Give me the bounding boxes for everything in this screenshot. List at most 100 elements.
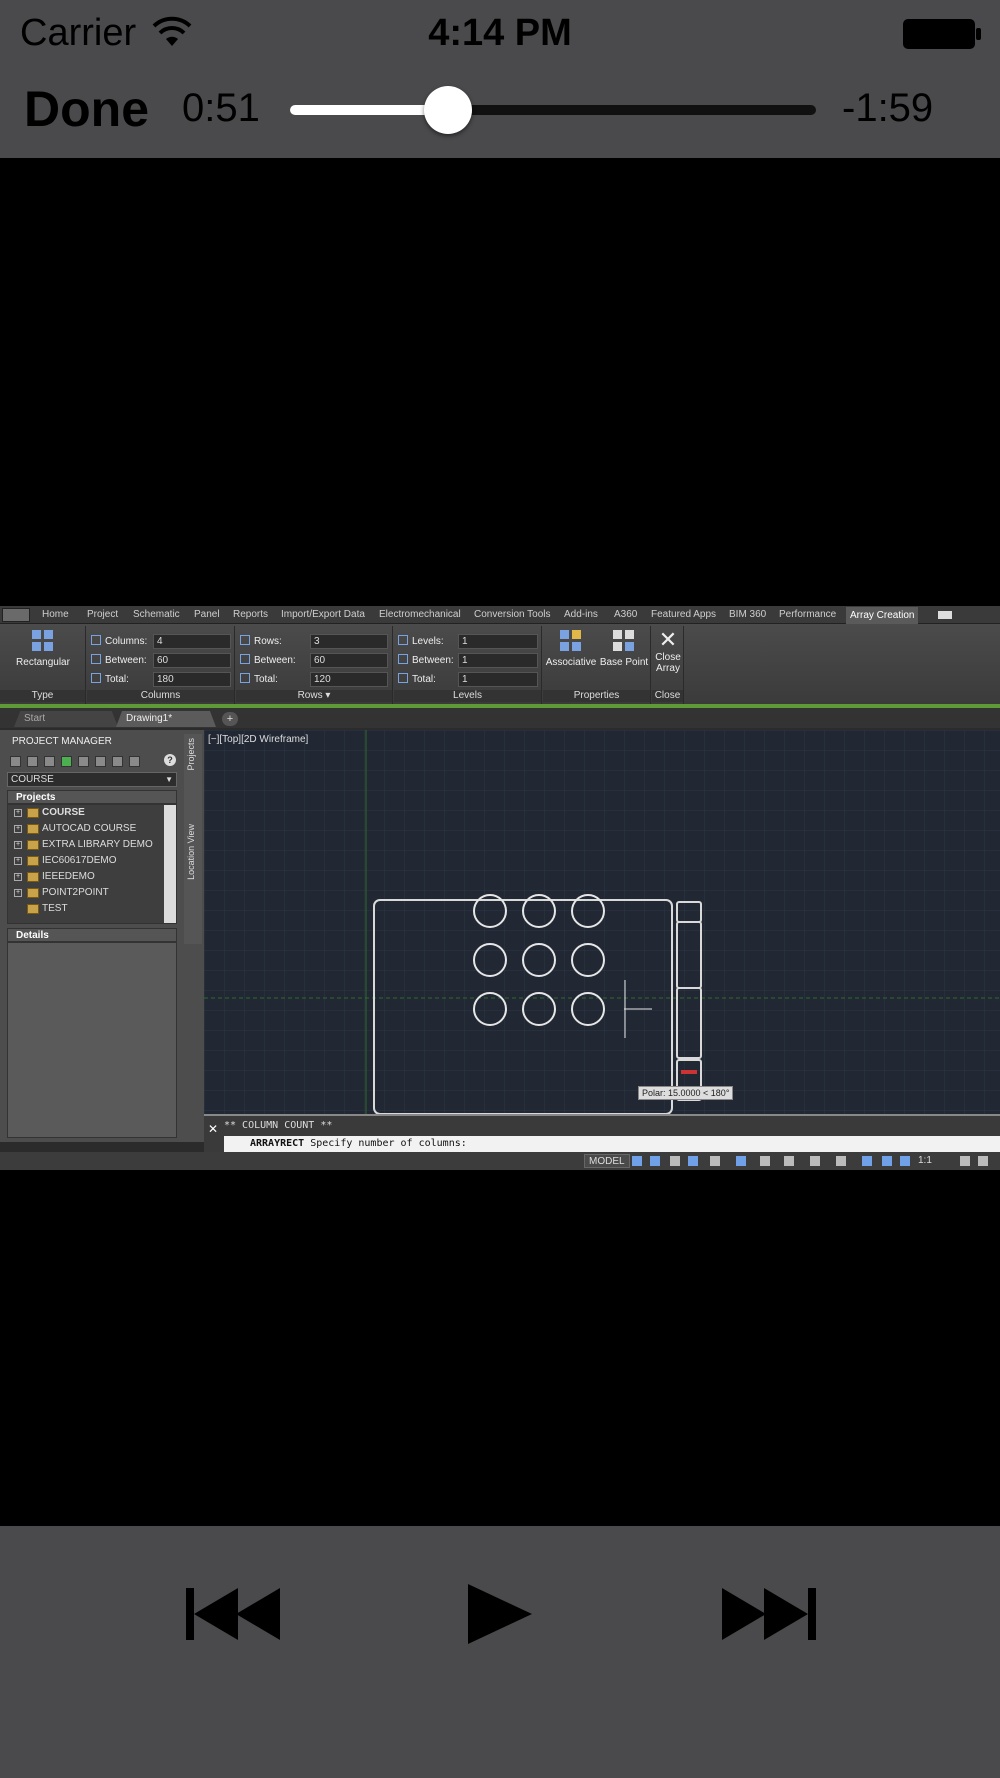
levels-label: Levels: [412,636,444,647]
tab-array-creation[interactable]: Array Creation [846,607,919,624]
tab-home[interactable]: Home [42,609,69,620]
player-bottom-bar [0,1526,1000,1778]
palette-side-tabs: Projects Location View [184,734,202,944]
tab-electromechanical[interactable]: Electromechanical [379,609,461,620]
row-total-field[interactable]: 120 [310,672,388,687]
document-tabs: Start Drawing1* + [0,708,1000,728]
project-item[interactable]: + COURSE [8,805,176,821]
ribbon-toggle-icon[interactable] [938,611,952,619]
video-frame[interactable]: Home Project Schematic Panel Reports Imp… [0,606,1000,1170]
done-button[interactable]: Done [24,80,149,138]
project-manager-palette: PROJECT MANAGER ? COURSE ▼ Projects + COUR… [0,730,204,1142]
ios-status-bar: Carrier 4:14 PM [0,0,1000,66]
close-icon[interactable]: ✕ [208,1122,218,1136]
project-item[interactable]: + EXTRA LIBRARY DEMO [8,837,176,853]
base-point-button[interactable]: Base Point [599,628,649,668]
folder-icon [27,840,39,850]
level-between-field[interactable]: 1 [458,653,538,668]
projects-tree: + COURSE + AUTOCAD COURSE + EXTRA LIBRARY D… [7,804,177,924]
side-tab-location-view[interactable]: Location View [186,824,200,880]
project-item[interactable]: + POINT2POINT [8,885,176,901]
expand-icon[interactable]: + [14,825,22,833]
link-icon[interactable] [129,756,140,767]
tab-project[interactable]: Project [87,609,118,620]
new-project-icon[interactable] [27,756,38,767]
level-total-field[interactable]: 1 [458,672,538,687]
fast-forward-icon[interactable] [712,1584,816,1644]
rewind-icon[interactable] [186,1584,290,1644]
level-total-icon [398,673,408,683]
projects-scrollbar[interactable] [164,805,176,923]
publish-icon[interactable] [95,756,106,767]
panel-label: Type [0,690,85,702]
new-drawing-icon[interactable] [44,756,55,767]
column-total-field[interactable]: 180 [153,672,231,687]
project-item[interactable]: TEST [8,901,176,917]
plot-icon[interactable] [112,756,123,767]
close-array-button[interactable]: ✕ Close Array [652,627,684,675]
model-button[interactable]: MODEL [584,1154,630,1168]
total-label: Total: [105,674,129,685]
elapsed-time: 0:51 [182,86,260,130]
levels-field[interactable]: 1 [458,634,538,649]
tab-schematic[interactable]: Schematic [133,609,180,620]
tab-reports[interactable]: Reports [233,609,268,620]
details-header[interactable]: Details [7,928,177,942]
tab-a360[interactable]: A360 [614,609,637,620]
column-between-field[interactable]: 60 [153,653,231,668]
folder-icon [27,872,39,882]
folder-icon [27,824,39,834]
rows-field[interactable]: 3 [310,634,388,649]
viewport-controls[interactable]: [−][Top][2D Wireframe] [208,734,308,745]
tab-add-ins[interactable]: Add-ins [564,609,598,620]
panel-label[interactable]: Rows ▾ [236,690,392,702]
panel-label: Columns [87,690,234,702]
row-spacing-icon [240,654,250,664]
help-icon[interactable]: ? [164,754,176,766]
rectangular-array-icon [32,630,53,651]
folder-icon [27,856,39,866]
scrubber-thumb[interactable] [423,86,472,134]
app-menu-button[interactable] [2,608,30,622]
tab-performance[interactable]: Performance [779,609,836,620]
drawing-canvas[interactable]: [−][Top][2D Wireframe] Polar: 15.0000 < … [204,730,1000,1114]
expand-icon[interactable]: + [14,889,22,897]
expand-icon[interactable]: + [14,857,22,865]
rectangular-button[interactable]: Rectangular [8,628,78,668]
command-input[interactable]: ARRAYRECT Specify number of columns: [224,1136,1000,1152]
scrubber-track[interactable] [290,86,816,134]
side-tab-projects[interactable]: Projects [186,738,200,771]
tab-featured-apps[interactable]: Featured Apps [651,609,716,620]
tab-conversion-tools[interactable]: Conversion Tools [474,609,551,620]
tab-import-export[interactable]: Import/Export Data [281,609,365,620]
refresh-icon[interactable] [61,756,72,767]
status-toggles-icon[interactable] [630,1155,990,1167]
project-item[interactable]: + IEC60617DEMO [8,853,176,869]
update-icon[interactable] [78,756,89,767]
associative-button[interactable]: Associative [545,628,597,668]
play-icon[interactable] [466,1584,534,1644]
total-label: Total: [254,674,278,685]
open-project-icon[interactable] [10,756,21,767]
autocad-status-bar: MODEL 1:1 [0,1152,1000,1170]
panel-columns: Columns: 4 Between: 60 Total: 180 Column… [87,626,235,704]
project-select[interactable]: COURSE ▼ [7,772,177,787]
project-item[interactable]: + AUTOCAD COURSE [8,821,176,837]
tab-start[interactable]: Start [14,711,118,727]
annotation-scale[interactable]: 1:1 [918,1155,932,1166]
new-tab-plus-icon[interactable]: + [222,712,238,726]
columns-field[interactable]: 4 [153,634,231,649]
expand-icon[interactable]: + [14,841,22,849]
associative-label: Associative [545,657,597,668]
project-item[interactable]: + IEEEDEMO [8,869,176,885]
rectangular-label: Rectangular [16,657,70,668]
tab-panel[interactable]: Panel [194,609,220,620]
expand-icon[interactable]: + [14,873,22,881]
tab-bim-360[interactable]: BIM 360 [729,609,766,620]
close-icon: ✕ [658,627,678,652]
close-array-label: Close Array [655,652,681,674]
projects-header[interactable]: Projects [7,790,177,804]
tab-drawing1[interactable]: Drawing1* [116,711,216,727]
row-between-field[interactable]: 60 [310,653,388,668]
expand-icon[interactable]: + [14,809,22,817]
